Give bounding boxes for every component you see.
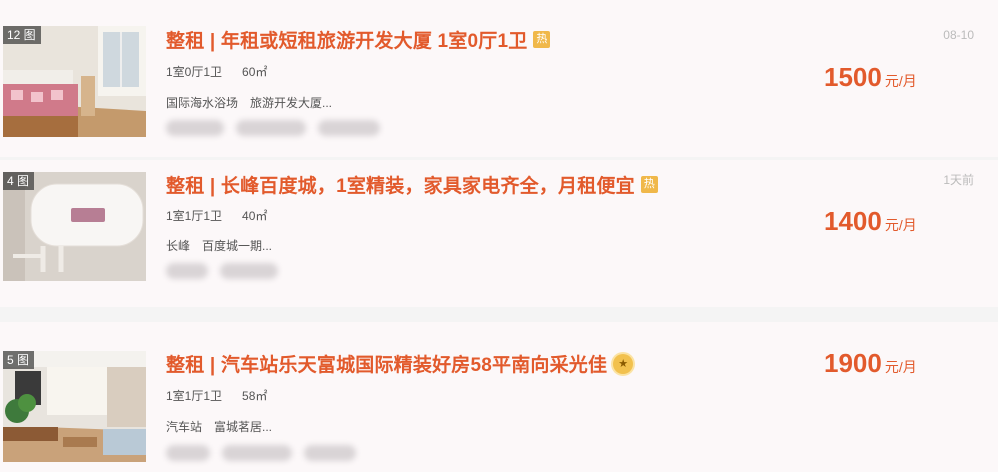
community-link[interactable]: 旅游开发大厦... <box>250 96 332 110</box>
blurred-tags <box>166 445 368 465</box>
photo-count-badge: 5 图 <box>3 351 35 369</box>
community-link[interactable]: 富城茗居... <box>214 420 272 434</box>
listing-specs: 1室0厅1卫 60㎡ <box>166 63 267 80</box>
floor-area: 40㎡ <box>242 209 268 223</box>
room-layout: 1室0厅1卫 <box>166 65 223 79</box>
medal-icon: ★ <box>613 353 634 374</box>
blurred-tags <box>166 120 392 140</box>
post-date: 08-10 <box>943 28 974 42</box>
listing-title[interactable]: 整租 | 长峰百度城，1室精装，家具家电齐全，月租便宜热 <box>166 171 658 198</box>
listing-card[interactable]: 12 图 整租 | 年租或短租旅游开发大厦 1室0厅1卫热 1室0厅1卫 60㎡ … <box>0 0 998 157</box>
listing-price: 1400 元/月 <box>824 206 917 236</box>
listing-specs: 1室1厅1卫 58㎡ <box>166 387 267 404</box>
listing-location: 汽车站 富城茗居... <box>166 418 272 435</box>
post-date: 1天前 <box>943 173 974 187</box>
listing-price: 1500 元/月 <box>824 62 917 92</box>
hot-badge: 热 <box>640 176 658 194</box>
listing-card[interactable]: 5 图 整租 | 汽车站乐天富城国际精装好房58平南向采光佳 ★ 1室1厅1卫 58… <box>0 322 998 472</box>
listing-card[interactable]: 4 图 整租 | 长峰百度城，1室精装，家具家电齐全，月租便宜热 1室1厅1卫 4… <box>0 160 998 307</box>
hot-badge: 热 <box>533 31 551 49</box>
listing-photo[interactable]: 5 图 <box>3 351 146 462</box>
listing-title[interactable]: 整租 | 汽车站乐天富城国际精装好房58平南向采光佳 ★ <box>166 350 634 377</box>
district-link[interactable]: 国际海水浴场 <box>166 96 238 110</box>
listing-location: 长峰 百度城一期... <box>166 237 272 254</box>
listing-photo[interactable]: 12 图 <box>3 26 146 137</box>
listing-photo[interactable]: 4 图 <box>3 172 146 281</box>
room-layout: 1室1厅1卫 <box>166 389 223 403</box>
listing-specs: 1室1厅1卫 40㎡ <box>166 207 267 224</box>
floor-area: 60㎡ <box>242 65 268 79</box>
listing-price: 1900 元/月 <box>824 348 917 378</box>
floor-area: 58㎡ <box>242 389 268 403</box>
photo-count-badge: 12 图 <box>3 26 41 44</box>
blurred-tags <box>166 263 290 283</box>
district-link[interactable]: 长峰 <box>166 239 190 253</box>
listing-location: 国际海水浴场 旅游开发大厦... <box>166 94 332 111</box>
room-layout: 1室1厅1卫 <box>166 209 223 223</box>
photo-count-badge: 4 图 <box>3 172 35 190</box>
community-link[interactable]: 百度城一期... <box>202 239 272 253</box>
listing-title[interactable]: 整租 | 年租或短租旅游开发大厦 1室0厅1卫热 <box>166 26 551 53</box>
district-link[interactable]: 汽车站 <box>166 420 202 434</box>
